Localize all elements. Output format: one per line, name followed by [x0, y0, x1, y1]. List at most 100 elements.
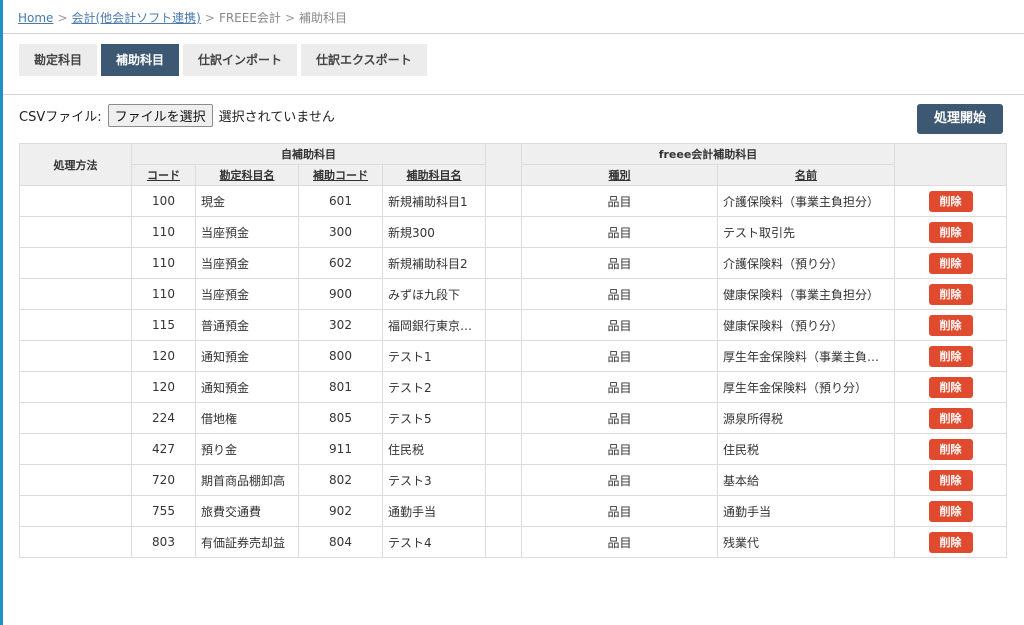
action-cell: 削除 [894, 464, 1007, 496]
spacer-cell [485, 464, 522, 496]
delete-button[interactable]: 削除 [928, 438, 973, 460]
tab-journal-import[interactable]: 仕訳インポート [183, 44, 298, 76]
delete-button[interactable]: 削除 [928, 469, 973, 491]
method-cell [19, 464, 132, 496]
action-cell: 削除 [894, 526, 1007, 558]
file-status: 選択されていません [218, 110, 335, 125]
delete-button[interactable]: 削除 [928, 531, 973, 553]
type-cell: 品目 [521, 247, 718, 279]
tab-journal-export[interactable]: 仕訳エクスポート [301, 44, 427, 76]
account-name-cell: 当座預金 [195, 216, 299, 248]
spacer-cell [485, 216, 522, 248]
action-cell: 削除 [894, 495, 1007, 527]
type-cell: 品目 [521, 402, 718, 434]
action-cell: 削除 [894, 278, 1007, 310]
header-spacer [485, 143, 522, 186]
type-cell: 品目 [521, 340, 718, 372]
spacer-cell [485, 371, 522, 403]
sub-code-cell: 302 [298, 309, 383, 341]
type-cell: 品目 [521, 433, 718, 465]
table-row: 110 当座預金 602 新規補助科目2 品目 介護保険料（預り分） 削除 [19, 247, 1007, 279]
code-cell: 110 [131, 278, 196, 310]
freee-name-cell: テスト取引先 [717, 216, 895, 248]
freee-name-cell: 通勤手当 [717, 495, 895, 527]
code-cell: 803 [131, 526, 196, 558]
action-cell: 削除 [894, 402, 1007, 434]
breadcrumb-accounting-link[interactable]: 会計(他会計ソフト連携) [72, 11, 201, 25]
table-row: 110 当座預金 900 みずほ九段下 品目 健康保険料（事業主負担分） 削除 [19, 278, 1007, 310]
delete-button[interactable]: 削除 [928, 190, 973, 212]
tabs-divider [3, 94, 1024, 95]
delete-button[interactable]: 削除 [928, 221, 973, 243]
sub-code-cell: 602 [298, 247, 383, 279]
delete-button[interactable]: 削除 [928, 252, 973, 274]
tab-accounts[interactable]: 勘定科目 [19, 44, 98, 76]
spacer-cell [485, 495, 522, 527]
header-actions [894, 143, 1007, 186]
choose-file-button[interactable]: ファイルを選択 [107, 104, 213, 127]
delete-button[interactable]: 削除 [928, 283, 973, 305]
account-name-cell: 当座預金 [195, 278, 299, 310]
delete-button[interactable]: 削除 [928, 345, 973, 367]
table-row: 755 旅費交通費 902 通勤手当 品目 通勤手当 削除 [19, 495, 1007, 527]
type-cell: 品目 [521, 309, 718, 341]
header-code[interactable]: コード [131, 164, 196, 186]
freee-name-cell: 源泉所得税 [717, 402, 895, 434]
header-name[interactable]: 名前 [717, 164, 895, 186]
delete-button[interactable]: 削除 [928, 314, 973, 336]
freee-name-cell: 基本給 [717, 464, 895, 496]
header-sub-name[interactable]: 補助科目名 [382, 164, 486, 186]
delete-button[interactable]: 削除 [928, 407, 973, 429]
sub-code-cell: 902 [298, 495, 383, 527]
type-cell: 品目 [521, 495, 718, 527]
header-method: 処理方法 [19, 143, 132, 186]
breadcrumb-home-link[interactable]: Home [18, 11, 53, 25]
account-name-cell: 現金 [195, 185, 299, 217]
table-row: 803 有価証券売却益 804 テスト4 品目 残業代 削除 [19, 526, 1007, 558]
table-row: 427 預り金 911 住民税 品目 住民税 削除 [19, 433, 1007, 465]
type-cell: 品目 [521, 464, 718, 496]
code-cell: 110 [131, 216, 196, 248]
code-cell: 224 [131, 402, 196, 434]
csv-label: CSVファイル: [19, 110, 102, 125]
tab-sub-accounts[interactable]: 補助科目 [101, 44, 180, 76]
sub-name-cell: テスト4 [382, 526, 486, 558]
freee-name-cell: 厚生年金保険料（預り分） [717, 371, 895, 403]
breadcrumb-separator: > [284, 11, 295, 25]
breadcrumb-current: 補助科目 [299, 11, 348, 25]
header-group-own-sub: 自補助科目 [131, 143, 486, 165]
account-name-cell: 期首商品棚卸高 [195, 464, 299, 496]
action-cell: 削除 [894, 185, 1007, 217]
code-cell: 720 [131, 464, 196, 496]
sub-code-cell: 900 [298, 278, 383, 310]
freee-name-cell: 厚生年金保険料（事業主負担分） [717, 340, 895, 372]
table-row: 100 現金 601 新規補助科目1 品目 介護保険料（事業主負担分） 削除 [19, 185, 1007, 217]
delete-button[interactable]: 削除 [928, 500, 973, 522]
spacer-cell [485, 278, 522, 310]
method-cell [19, 371, 132, 403]
method-cell [19, 185, 132, 217]
csv-upload-row: CSVファイル: ファイルを選択 選択されていません [19, 104, 335, 127]
spacer-cell [485, 402, 522, 434]
method-cell [19, 340, 132, 372]
delete-button[interactable]: 削除 [928, 376, 973, 398]
header-type[interactable]: 種別 [521, 164, 718, 186]
sub-account-table: 処理方法 自補助科目 freee会計補助科目 コード 勘定科目名 補助コード 補… [19, 143, 1007, 558]
sub-name-cell: 新規補助科目1 [382, 185, 486, 217]
method-cell [19, 526, 132, 558]
method-cell [19, 278, 132, 310]
type-cell: 品目 [521, 371, 718, 403]
sub-name-cell: テスト2 [382, 371, 486, 403]
type-cell: 品目 [521, 278, 718, 310]
header-sub-code[interactable]: 補助コード [298, 164, 383, 186]
header-account-name[interactable]: 勘定科目名 [195, 164, 299, 186]
sub-name-cell: みずほ九段下 [382, 278, 486, 310]
sub-name-cell: 福岡銀行東京支店 [382, 309, 486, 341]
account-name-cell: 借地権 [195, 402, 299, 434]
spacer-cell [485, 433, 522, 465]
sub-name-cell: 通勤手当 [382, 495, 486, 527]
start-processing-button[interactable]: 処理開始 [917, 104, 1003, 134]
table-row: 720 期首商品棚卸高 802 テスト3 品目 基本給 削除 [19, 464, 1007, 496]
account-name-cell: 有価証券売却益 [195, 526, 299, 558]
code-cell: 100 [131, 185, 196, 217]
